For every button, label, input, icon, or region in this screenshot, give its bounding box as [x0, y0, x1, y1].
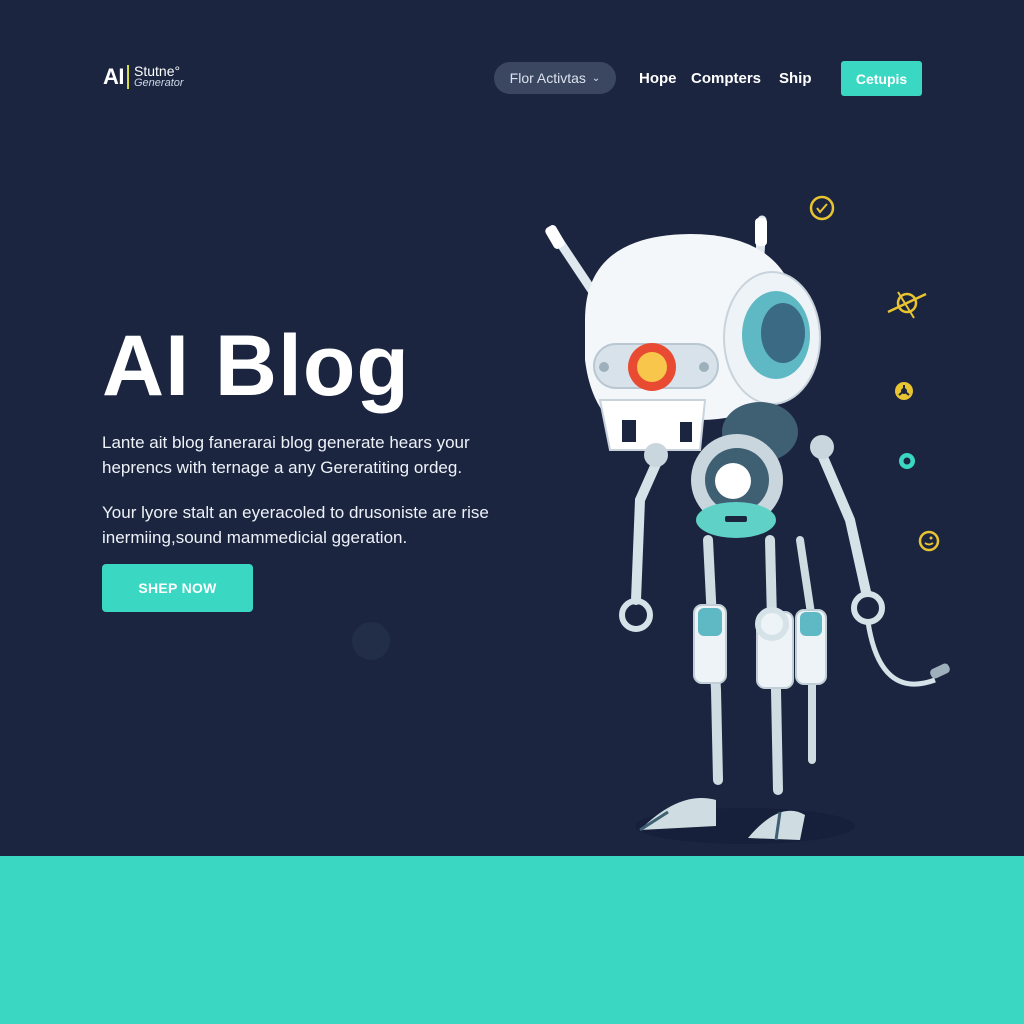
- logo-subtitle: Generator: [134, 77, 184, 89]
- nav-dropdown[interactable]: Flor Activtas ⌄: [494, 62, 616, 94]
- hero-title: AI Blog: [102, 318, 410, 414]
- robot-illustration: [545, 215, 950, 844]
- logo-mark: AI: [103, 64, 125, 89]
- logo-name: Stutne°: [134, 63, 181, 79]
- hero-paragraph-2: Your lyore stalt an eyeracoled to druson…: [102, 503, 489, 547]
- hero-paragraph-1: Lante ait blog fanerarai blog generate h…: [102, 433, 470, 477]
- site-logo[interactable]: AI Stutne° Generator: [103, 64, 184, 90]
- nav-link-compters[interactable]: Compters: [691, 70, 761, 87]
- nav-link-ship[interactable]: Ship: [779, 70, 812, 87]
- header-cta-button[interactable]: Cetupis: [841, 61, 922, 96]
- logo-text: Stutne° Generator: [134, 63, 184, 89]
- nav-link-hope[interactable]: Hope: [639, 70, 677, 87]
- nav-dropdown-label: Flor Activtas: [509, 70, 586, 86]
- decorative-blob: [352, 622, 390, 660]
- logo-divider: [127, 65, 129, 89]
- footer-band: [0, 856, 1024, 1024]
- shop-now-button[interactable]: SHEP NOW: [102, 564, 253, 612]
- chevron-down-icon: ⌄: [591, 72, 601, 84]
